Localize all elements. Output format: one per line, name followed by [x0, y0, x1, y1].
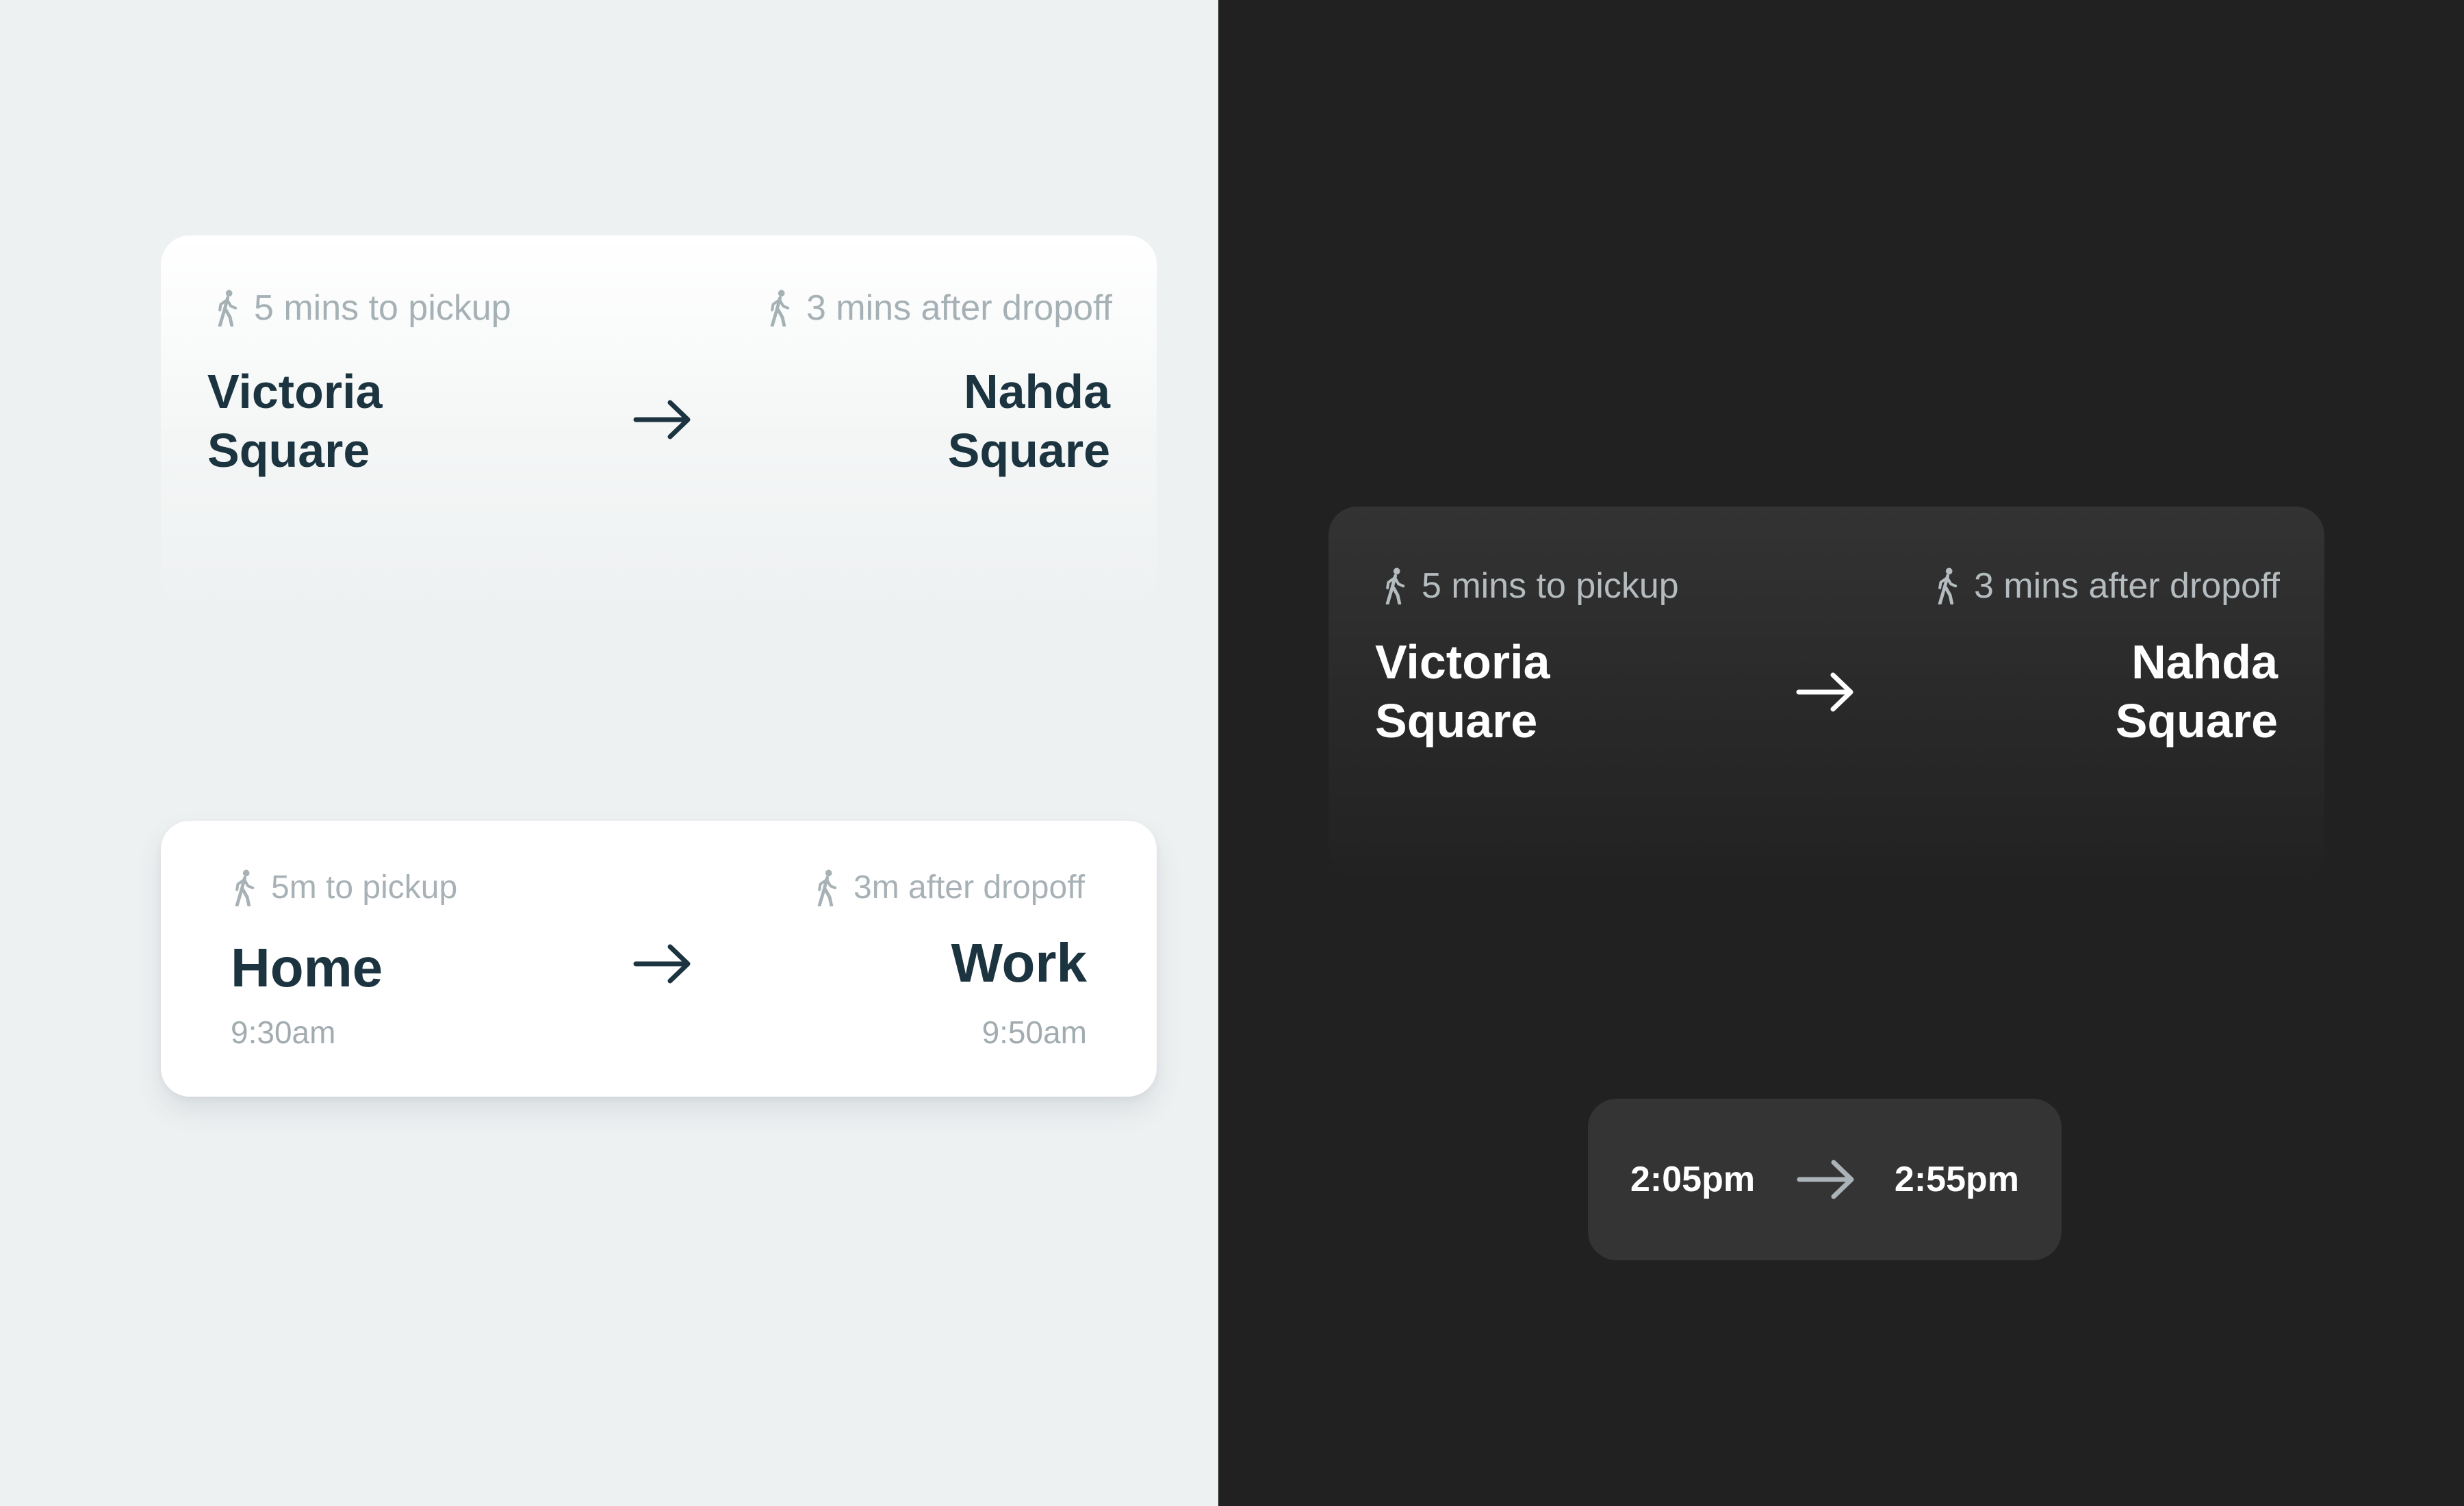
start-time: 2:05pm	[1630, 1160, 1756, 1199]
walking-person-icon	[815, 869, 838, 906]
trip-card-dark-fade[interactable]: 5 mins to pickup 3 mins after dropoff Vi…	[1329, 507, 2324, 876]
destination-name: Nahda Square	[947, 365, 1110, 477]
pickup-walk-info: 5 mins to pickup	[1383, 565, 1679, 607]
trip-time-pill-dark[interactable]: 2:05pm 2:55pm	[1588, 1099, 2062, 1260]
trip-card-light-fade[interactable]: 5 mins to pickup 3 mins after dropoff Vi…	[161, 235, 1157, 609]
arrow-right-icon	[633, 944, 691, 984]
destination-name: Nahda Square	[2115, 635, 2278, 748]
arrow-right-icon	[1796, 672, 1853, 712]
arrow-right-icon	[1797, 1160, 1854, 1199]
dropoff-walk-info: 3m after dropoff	[815, 869, 1085, 906]
walking-person-icon	[1383, 567, 1407, 604]
dropoff-walk-info: 3 mins after dropoff	[768, 288, 1112, 329]
light-theme-panel	[0, 0, 1218, 1506]
origin-name: Victoria Square	[207, 365, 383, 477]
walking-person-icon	[1936, 567, 1959, 604]
pickup-walk-info: 5 mins to pickup	[216, 288, 511, 329]
walking-person-icon	[233, 869, 256, 906]
pickup-walk-text: 5m to pickup	[271, 869, 458, 906]
trip-card-light-elevated[interactable]: 5m to pickup 3m after dropoff Home Work …	[161, 821, 1157, 1097]
dropoff-walk-text: 3 mins after dropoff	[1973, 566, 2280, 606]
pickup-walk-text: 5 mins to pickup	[254, 288, 511, 328]
dropoff-walk-text: 3 mins after dropoff	[806, 288, 1112, 328]
pickup-walk-text: 5 mins to pickup	[1422, 566, 1679, 606]
walking-person-icon	[768, 290, 791, 327]
arrow-right-icon	[633, 400, 691, 439]
origin-name: Victoria Square	[1375, 635, 1550, 748]
destination-name: Work	[951, 932, 1087, 993]
origin-name: Home	[231, 937, 383, 998]
end-time: 2:55pm	[1894, 1160, 2019, 1199]
walking-person-icon	[216, 290, 239, 327]
destination-time: 9:50am	[981, 1014, 1087, 1050]
pickup-walk-info: 5m to pickup	[233, 869, 457, 906]
dropoff-walk-text: 3m after dropoff	[854, 869, 1085, 906]
dropoff-walk-info: 3 mins after dropoff	[1936, 565, 2280, 607]
origin-time: 9:30am	[231, 1014, 336, 1050]
